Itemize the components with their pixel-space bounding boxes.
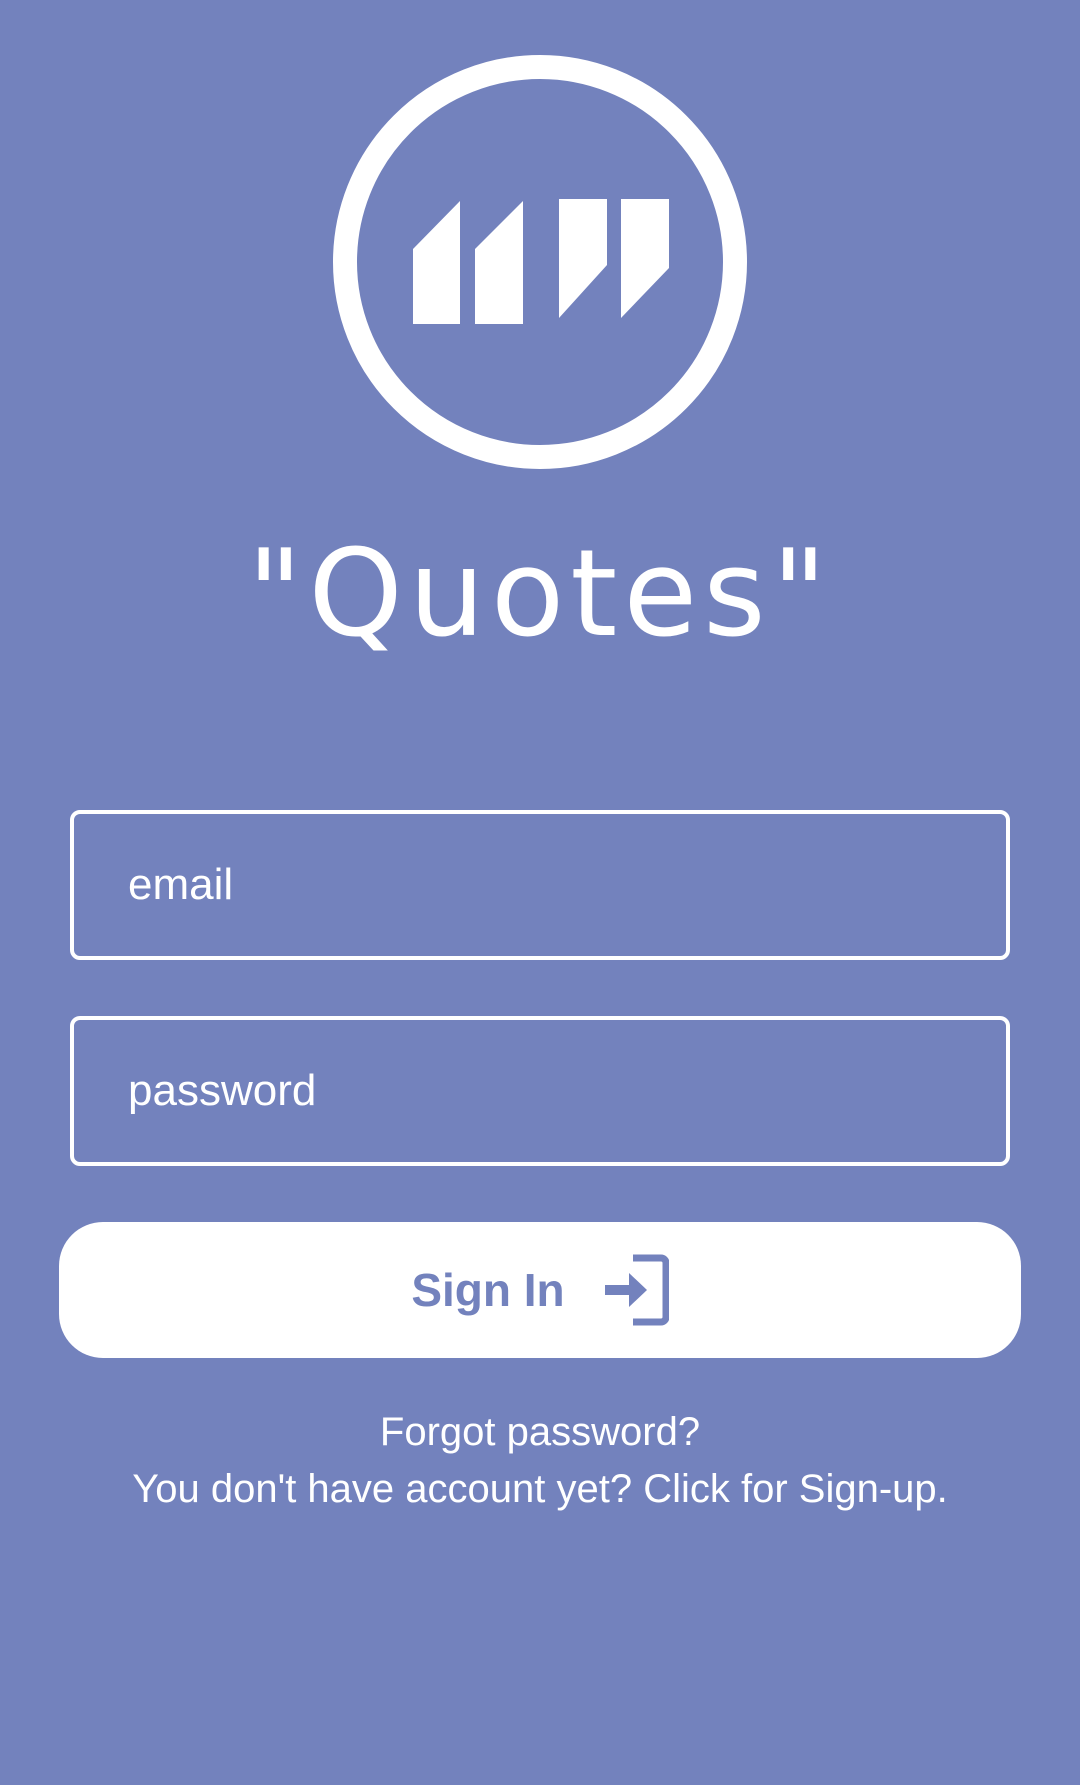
password-field[interactable]: [70, 1016, 1010, 1166]
password-input[interactable]: [74, 1020, 1006, 1162]
sign-up-link[interactable]: You don't have account yet? Click for Si…: [0, 1465, 1080, 1513]
sign-in-button[interactable]: Sign In: [59, 1222, 1021, 1358]
sign-in-label: Sign In: [411, 1264, 565, 1316]
app-title: "Quotes": [247, 525, 833, 664]
email-field[interactable]: [70, 810, 1010, 960]
email-input[interactable]: [74, 814, 1006, 956]
sign-in-icon: [604, 1254, 669, 1326]
forgot-password-link[interactable]: Forgot password?: [0, 1408, 1080, 1456]
app-logo-icon: [333, 55, 747, 469]
